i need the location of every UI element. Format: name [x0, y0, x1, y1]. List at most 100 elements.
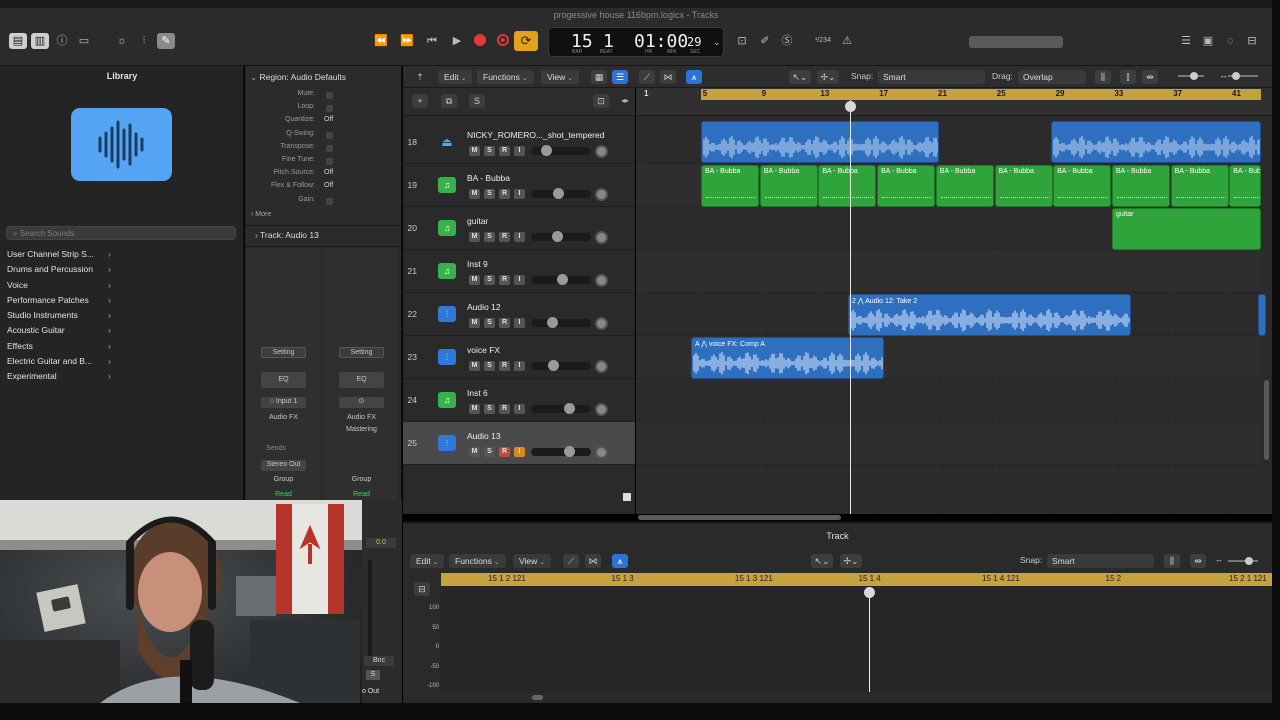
audio-region[interactable] — [1051, 121, 1261, 163]
track-zoom-knob[interactable] — [1232, 72, 1240, 80]
input-monitor-button[interactable]: I — [514, 275, 525, 285]
capture-recording-icon[interactable] — [497, 34, 509, 46]
link-icon[interactable]: ⦶ — [339, 397, 384, 408]
editor-snap-icon[interactable]: ⩚ — [612, 554, 628, 568]
editor-resize-icon[interactable]: ↔ — [1215, 555, 1223, 564]
drag-select[interactable]: Overlap — [1018, 70, 1086, 84]
track-header-24[interactable]: 24 ♫ Inst 6 MSRI — [403, 379, 635, 422]
track-header-25[interactable]: 25 ⫶ Audio 13 M S R I — [403, 422, 635, 465]
zoom-slider-knob[interactable] — [1190, 72, 1198, 80]
edit-menu[interactable]: Edit — [438, 70, 473, 84]
input-monitor-button[interactable]: I — [514, 232, 525, 242]
more-disclosure[interactable]: › More — [251, 211, 271, 218]
solo-button[interactable]: S — [484, 361, 495, 371]
input-monitor-button[interactable]: I — [514, 146, 525, 156]
view-menu[interactable]: View — [541, 70, 580, 84]
inspector-toggle-icon[interactable]: ▥ — [31, 33, 49, 49]
search-sounds-input[interactable]: ⌕ Search Sounds — [6, 226, 236, 240]
pan-knob[interactable] — [595, 145, 608, 158]
midi-region-bubba[interactable]: BA - Bubba — [759, 165, 818, 207]
region-param-row[interactable]: Loop: — [245, 103, 395, 116]
library-category-item[interactable]: Studio Instruments › — [7, 308, 111, 323]
volume-fader-knob[interactable] — [563, 446, 575, 457]
midi-region-bubba[interactable]: BA - Bubba — [1111, 165, 1170, 207]
library-category-item[interactable]: Drums and Percussion › — [7, 262, 111, 277]
record-icon[interactable] — [474, 34, 486, 46]
solo-button[interactable]: S — [484, 447, 495, 457]
waveform-zoom-icon[interactable]: ⫼ — [1095, 70, 1111, 84]
tuner-icon[interactable]: ⊡ — [733, 33, 751, 49]
track-header-23[interactable]: 23 ⫶ voice FX M S R I — [403, 336, 635, 379]
input-button[interactable]: ○ Input 1 — [261, 397, 306, 408]
pan-knob[interactable] — [595, 360, 608, 373]
volume-fader-knob[interactable] — [548, 360, 560, 371]
editor-snap-select[interactable]: Smart — [1047, 554, 1154, 568]
mute-button[interactable]: M — [469, 361, 480, 371]
duplicate-track-button[interactable]: ⧉ — [441, 94, 457, 108]
solo-button[interactable]: S — [484, 404, 495, 414]
editor-zoom-slider[interactable] — [1228, 557, 1258, 565]
pointer-tool-icon[interactable]: ↖⌄ — [789, 70, 811, 84]
mute-button[interactable]: M — [469, 404, 480, 414]
go-to-start-icon[interactable]: ⏮ — [423, 33, 441, 49]
playhead-handle[interactable] — [845, 101, 856, 112]
library-category-item[interactable]: Electric Guitar and B... › — [7, 354, 111, 369]
mute-button[interactable]: M — [469, 146, 480, 156]
solo-button[interactable]: S — [484, 232, 495, 242]
track-name[interactable]: BA - Bubba — [467, 173, 510, 183]
editor-pointer-tool-icon[interactable]: ↖⌄ — [811, 554, 833, 568]
solo-button[interactable]: S — [484, 318, 495, 328]
volume-fader[interactable] — [531, 446, 591, 457]
mute-button[interactable]: M — [469, 232, 480, 242]
record-enable-button[interactable]: R — [499, 318, 510, 328]
record-enable-button[interactable]: R — [499, 361, 510, 371]
solo-button[interactable]: S — [484, 146, 495, 156]
checkbox[interactable] — [326, 105, 333, 113]
editor-waveform-zoom-icon[interactable]: ⫼ — [1164, 554, 1180, 568]
group-slot[interactable]: Group — [261, 475, 306, 486]
checkbox[interactable] — [326, 131, 333, 139]
volume-fader-knob[interactable] — [556, 274, 568, 285]
volume-fader[interactable] — [531, 360, 591, 371]
region-param-row[interactable]: Flex & Follow: Off — [245, 182, 395, 195]
region-param-row[interactable]: Q-Swing: — [245, 130, 395, 143]
secondary-tool-icon[interactable]: ✢⌄ — [817, 70, 839, 84]
midi-region-bubba[interactable]: BA - Bubba — [1229, 165, 1261, 207]
region-param-row[interactable]: Pitch Source: Off — [245, 169, 395, 182]
track-header-18[interactable]: 18 ⏏ NICKY_ROMERO..._shot_tempered M S R I — [403, 121, 635, 164]
editor-hzoom-icon[interactable]: ⇹ — [1190, 554, 1206, 568]
track-name[interactable]: voice FX — [467, 345, 500, 355]
library-toggle-icon[interactable]: ▤ — [9, 33, 27, 49]
midi-region-guitar[interactable]: guitar — [1112, 208, 1261, 250]
pencil-icon[interactable]: ✐ — [756, 33, 774, 49]
forward-icon[interactable]: ⏩ — [398, 33, 416, 49]
editor-functions-menu[interactable]: Functions — [449, 554, 506, 568]
audio-region-edge[interactable] — [1258, 294, 1266, 336]
audio-region-comp[interactable]: A ⋀ voice FX: Comp A — [691, 337, 884, 379]
region-param-row[interactable]: Transpose: — [245, 143, 395, 156]
play-icon[interactable]: ▶ — [448, 33, 466, 49]
track-lane[interactable] — [636, 250, 1261, 293]
midi-region-bubba[interactable]: BA - Bubba — [994, 165, 1053, 207]
mastering-slot[interactable]: Mastering — [339, 425, 384, 436]
setting-button[interactable]: Setting — [261, 347, 306, 358]
editor-playhead-handle[interactable] — [864, 587, 875, 598]
eq-button[interactable]: EQ — [261, 372, 306, 388]
vertical-scrollbar[interactable] — [1264, 380, 1269, 460]
record-enable-button[interactable]: R — [499, 232, 510, 242]
region-param-row[interactable]: Gain: — [245, 196, 395, 209]
quick-help-icon[interactable]: ⓘ — [53, 33, 71, 49]
catch-playhead-icon[interactable]: ⇡ — [412, 70, 428, 84]
automation-icon[interactable]: ⟋ — [639, 70, 655, 84]
metronome-icon[interactable]: ⚠ — [838, 33, 856, 49]
track-header-19[interactable]: 19 ♫ BA - Bubba M S R I — [403, 164, 635, 207]
global-solo-button[interactable]: S — [469, 94, 485, 108]
library-category-item[interactable]: User Channel Strip S... › — [7, 247, 111, 262]
volume-fader[interactable] — [531, 403, 591, 414]
volume-fader[interactable] — [531, 188, 591, 199]
snap-marker-icon[interactable]: ⩚ — [686, 70, 702, 84]
volume-fader-knob[interactable] — [552, 231, 564, 242]
audio-region[interactable] — [701, 121, 939, 163]
volume-fader-knob[interactable] — [553, 188, 565, 199]
toolbar-toggle-icon[interactable]: ▭ — [75, 33, 93, 49]
